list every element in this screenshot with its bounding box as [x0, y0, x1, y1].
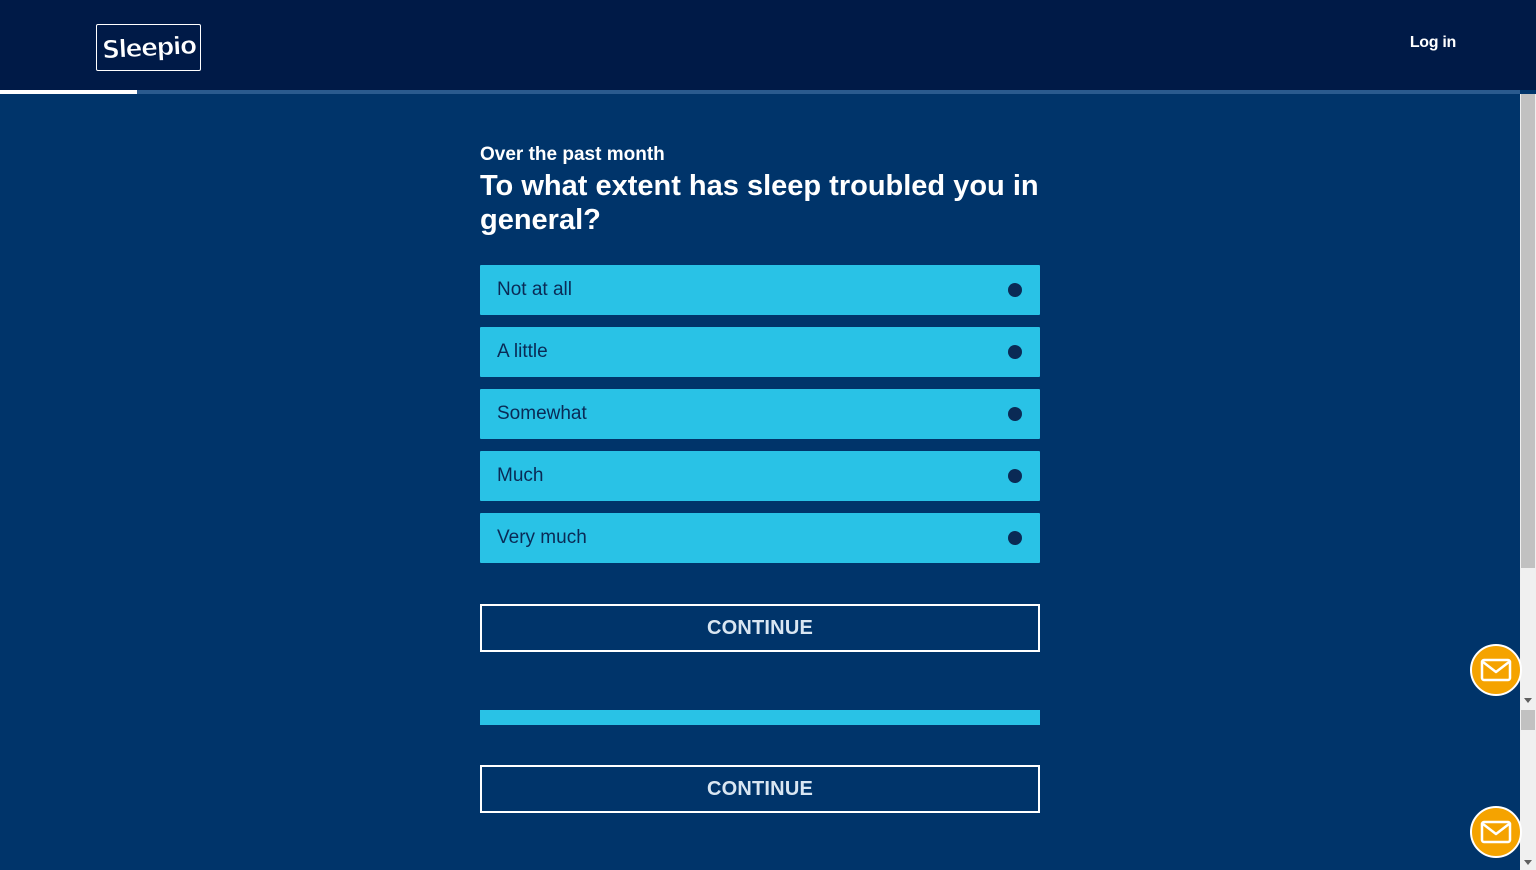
radio-dot-icon — [1008, 407, 1022, 421]
contact-message-button-secondary[interactable] — [1470, 806, 1522, 858]
scroll-down-arrow-icon[interactable] — [1524, 860, 1532, 865]
question-eyebrow: Over the past month — [480, 144, 665, 165]
option-label: A little — [497, 341, 548, 362]
continue-button[interactable]: CONTINUE — [480, 604, 1040, 652]
cyan-divider-bar — [480, 710, 1040, 725]
option-not-at-all[interactable]: Not at all — [480, 265, 1040, 315]
radio-dot-icon — [1008, 469, 1022, 483]
radio-dot-icon — [1008, 531, 1022, 545]
option-somewhat[interactable]: Somewhat — [480, 389, 1040, 439]
option-a-little[interactable]: A little — [480, 327, 1040, 377]
radio-dot-icon — [1008, 283, 1022, 297]
option-very-much[interactable]: Very much — [480, 513, 1040, 563]
option-label: Very much — [497, 527, 587, 548]
mail-icon — [1480, 820, 1512, 844]
option-much[interactable]: Much — [480, 451, 1040, 501]
progress-bar-fill — [0, 90, 137, 94]
login-link[interactable]: Log in — [1410, 34, 1456, 52]
page: Sleepio Log in Over the past month To wh… — [0, 0, 1536, 870]
option-label: Much — [497, 465, 544, 486]
option-label: Somewhat — [497, 403, 587, 424]
continue-button-secondary[interactable]: CONTINUE — [480, 765, 1040, 813]
scrollbar-thumb-inner[interactable] — [1521, 710, 1535, 730]
sleepio-logo[interactable]: Sleepio — [96, 24, 201, 71]
answer-options: Not at all A little Somewhat Much Very m… — [480, 265, 1040, 575]
scroll-down-arrow-icon[interactable] — [1524, 698, 1532, 703]
top-header: Sleepio Log in — [0, 0, 1536, 90]
vertical-scrollbar[interactable] — [1520, 94, 1536, 870]
question-block: Over the past month To what extent has s… — [480, 140, 1040, 237]
radio-dot-icon — [1008, 345, 1022, 359]
scrollbar-thumb[interactable] — [1521, 94, 1535, 568]
progress-bar — [0, 90, 1520, 94]
option-label: Not at all — [497, 279, 572, 300]
question-title: To what extent has sleep troubled you in… — [480, 170, 1039, 236]
mail-icon — [1480, 658, 1512, 682]
logo-text: Sleepio — [100, 30, 197, 65]
contact-message-button[interactable] — [1470, 644, 1522, 696]
